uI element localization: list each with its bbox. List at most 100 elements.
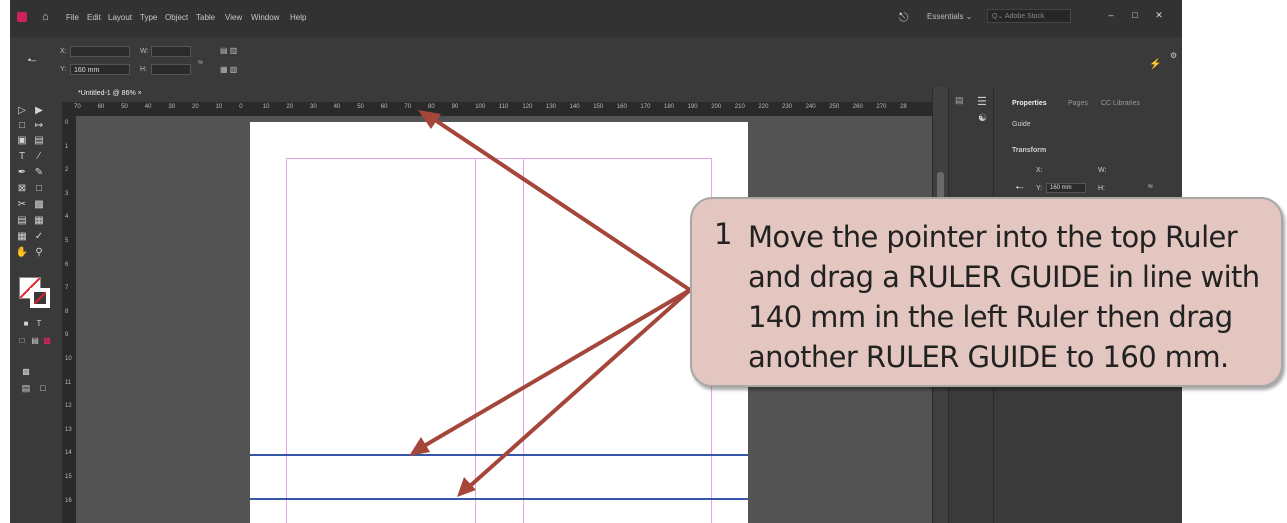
panel-menu-icon[interactable]: ⚙ [1170,51,1177,60]
pencil-tool-icon[interactable]: ✎ [32,167,46,178]
menu-file[interactable]: File [66,13,79,22]
stock-search-input[interactable]: Q⌄ Adobe Stock [987,9,1071,23]
top-ruler-tick-label: 10 [215,104,223,110]
ruler-guide-160mm[interactable] [250,498,748,500]
page-tool-icon[interactable]: □ [15,120,29,131]
top-ruler-tick-label: 50 [357,104,364,110]
y-label: Y: [60,66,67,73]
document-page[interactable] [250,122,748,523]
left-ruler-tick-label: 12 [65,403,72,410]
quick-apply-icon[interactable]: ⚡ [1149,59,1161,70]
margin-guide-top [286,158,712,159]
top-ruler-tick-label: 60 [97,104,105,110]
close-button[interactable]: ✕ [1150,8,1168,22]
pen-tool-icon[interactable]: ✒ [15,167,29,178]
left-ruler-tick-label: 11 [65,379,72,386]
menu-object[interactable]: Object [165,13,188,22]
maximize-button[interactable]: □ [1126,8,1144,22]
gradient-swatch-tool-icon[interactable]: ▤ [15,215,29,226]
top-ruler-tick-label: 170 [640,104,651,110]
w-label: W: [140,48,149,55]
top-ruler-tick-label: 28 [900,104,907,110]
formatting-text-icon[interactable]: T [32,319,46,328]
free-transform-tool-icon[interactable]: ▩ [32,199,46,210]
left-ruler-tick-label: 9 [65,332,69,339]
align-icon[interactable]: ▤ ▥ [220,46,237,55]
home-icon[interactable]: ⌂ [42,11,49,23]
left-ruler-tick-label: 6 [65,261,69,268]
share-icon[interactable]: ⎋ [899,10,909,25]
menu-help[interactable]: Help [290,13,306,22]
content-placer-icon[interactable]: ▤ [32,135,46,146]
left-ruler-tick-label: 1 [65,143,69,150]
h-field[interactable] [151,64,191,75]
left-ruler-tick-label: 3 [65,190,69,197]
document-tab[interactable]: *Untitled-1 @ 86% × [78,90,142,97]
constrain-link-icon[interactable]: ≈ [198,57,203,67]
top-ruler-tick-label: 140 [569,104,580,110]
prop-y-field[interactable]: 160 mm [1046,183,1086,193]
tab-cc-libraries[interactable]: CC Libraries [1101,100,1140,107]
none-stroke-slash-icon [34,292,46,304]
menu-type[interactable]: Type [140,13,157,22]
preview-view-icon[interactable]: □ [36,383,50,393]
gradient-feather-tool-icon[interactable]: ▦ [32,215,46,226]
rectangle-tool-icon[interactable]: □ [32,183,46,194]
ruler-guide-140mm[interactable] [250,454,748,456]
app-logo-icon [17,12,27,22]
top-ruler-tick-label: 70 [404,104,412,110]
formatting-container-icon[interactable]: ■ [19,319,33,328]
constrain-link-icon[interactable]: ≈ [1148,181,1153,191]
menu-edit[interactable]: Edit [87,13,101,22]
top-ruler-tick-label: 70 [74,104,81,110]
gap-tool-icon[interactable]: ↦ [32,120,46,131]
pages-panel-icon[interactable]: ▤ [955,95,964,106]
menu-window[interactable]: Window [251,13,279,22]
menu-layout[interactable]: Layout [108,13,132,22]
rectangle-frame-tool-icon[interactable]: ⊠ [15,183,29,194]
selection-tool-icon[interactable]: ▷ [15,105,29,116]
stroke-swatch[interactable] [30,288,50,308]
top-ruler-tick-label: 270 [876,104,887,110]
prop-x-label: X: [1036,167,1043,174]
top-ruler-tick-label: 30 [310,104,317,110]
zoom-tool-icon[interactable]: ⚲ [32,247,46,258]
reference-point-icon[interactable]: •– [1016,183,1023,192]
line-tool-icon[interactable]: ⁄ [32,151,46,162]
normal-view-icon[interactable]: ▤ [19,383,33,394]
top-ruler-tick-label: 210 [734,104,745,110]
tab-properties[interactable]: Properties [1012,100,1047,107]
workspace-switcher[interactable]: Essentials ⌄ [927,12,972,21]
panel-stack-icon[interactable]: ☰ [977,95,987,108]
reference-point-icon[interactable]: •– [28,55,36,65]
top-ruler-tick-label: 40 [144,104,152,110]
minimize-button[interactable]: – [1102,8,1120,22]
cc-libraries-icon[interactable]: ☯ [978,113,987,124]
direct-selection-tool-icon[interactable]: ▶ [32,105,46,116]
top-ruler-tick-label: 120 [522,104,533,110]
w-field[interactable] [151,46,191,57]
type-tool-icon[interactable]: T [15,151,29,162]
left-ruler[interactable]: 0 1 2 3 4 5 6 7 8 9 10 11 12 13 14 15 16 [62,116,76,523]
x-label: X: [60,48,67,55]
note-tool-icon[interactable]: ▦ [15,231,29,242]
y-field[interactable]: 160 mm [70,64,130,75]
content-collector-icon[interactable]: ▣ [15,135,29,146]
scissors-tool-icon[interactable]: ✂ [15,199,29,210]
apply-color-icon[interactable]: □ [15,336,29,345]
top-ruler[interactable]: 70 60 50 40 30 20 10 0 10 20 30 40 50 60 70 80 90 100 110 1… [62,102,932,116]
h-label: H: [140,66,147,73]
column-guide-left [475,158,476,523]
x-field[interactable] [70,46,130,57]
top-ruler-tick-label: 20 [192,104,199,110]
eyedropper-tool-icon[interactable]: ✓ [32,231,46,242]
hand-tool-icon[interactable]: ✋ [15,247,29,258]
tab-pages[interactable]: Pages [1068,100,1088,107]
top-ruler-tick-label: 230 [782,104,793,110]
menu-table[interactable]: Table [196,13,215,22]
menu-view[interactable]: View [225,13,242,22]
apply-none-icon[interactable]: ▩ [40,336,54,345]
screen-mode-icon[interactable]: ▩ [19,367,33,376]
distribute-icon[interactable]: ▦ ▧ [220,65,237,74]
control-bar: •– X: Y: 160 mm W: H: ≈ ▤ ▥ ▦ ▧ ⚡ ⚙ [10,37,1182,88]
